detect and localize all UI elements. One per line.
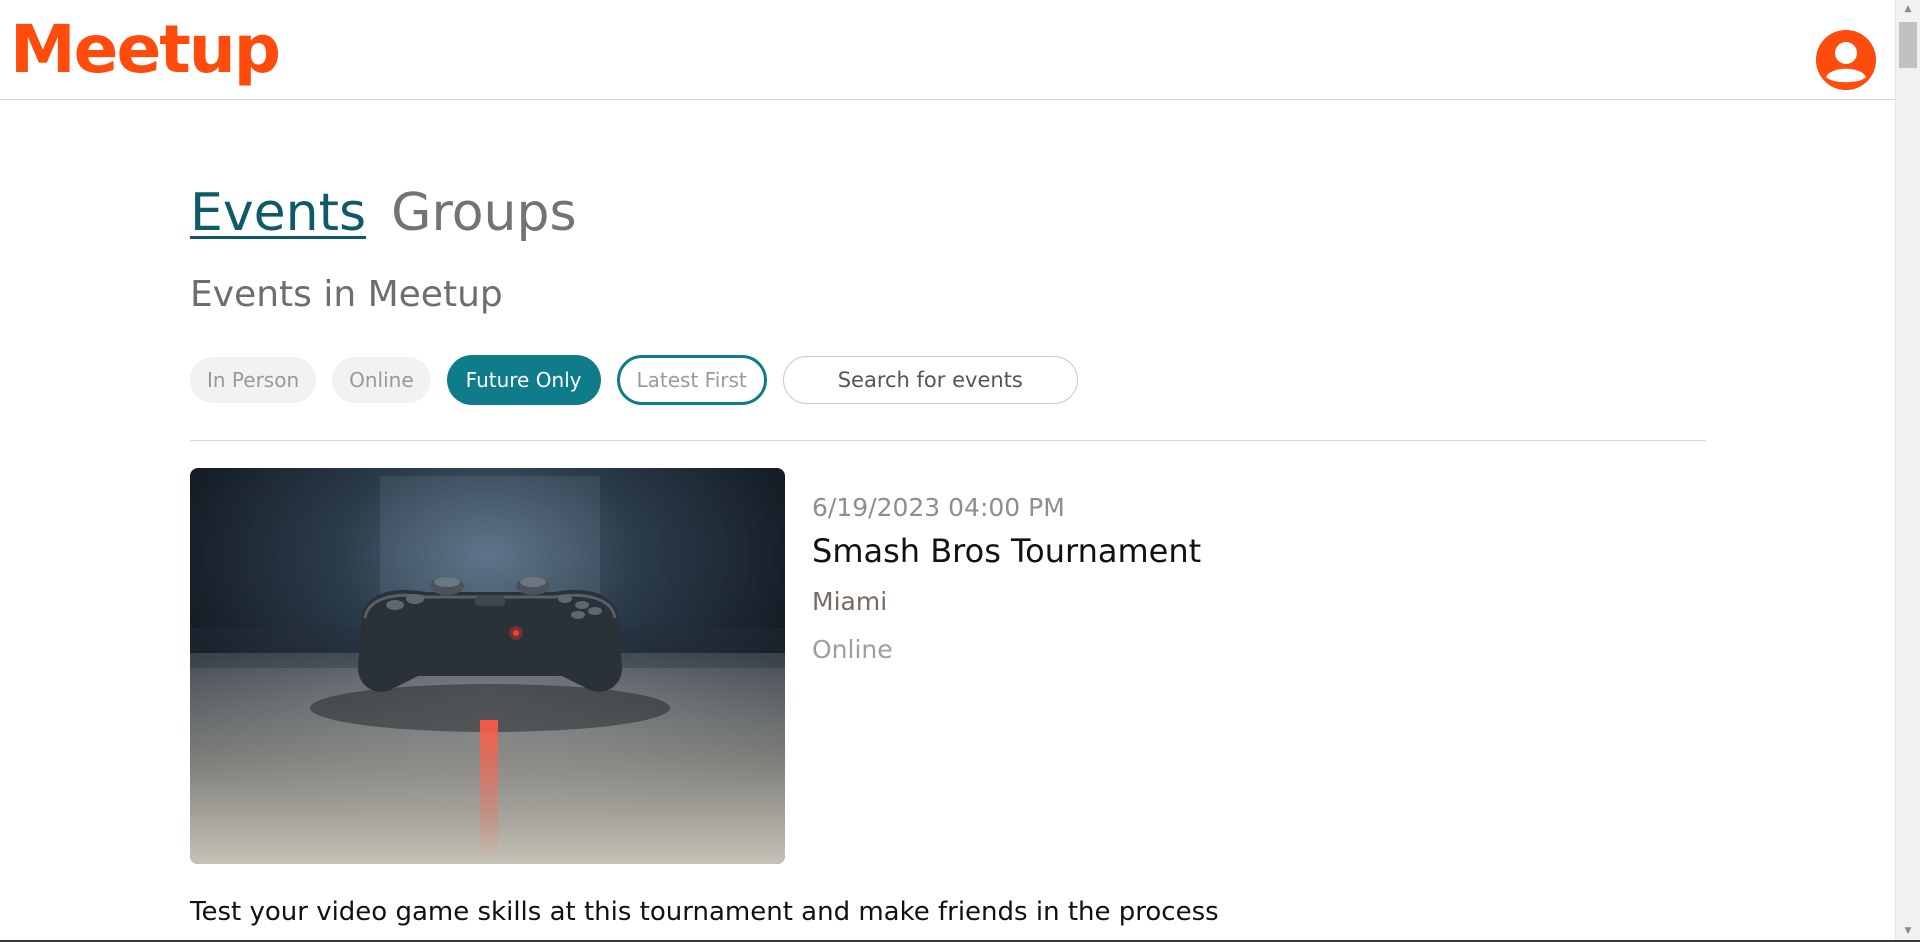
event-image	[190, 468, 785, 864]
divider	[190, 440, 1706, 441]
filter-bar: In Person Online Future Only Latest Firs…	[190, 355, 1078, 405]
tab-groups[interactable]: Groups	[391, 178, 576, 248]
future-only-filter-button[interactable]: Future Only	[446, 355, 601, 405]
game-controller-photo	[190, 468, 785, 864]
profile-button[interactable]	[1816, 30, 1876, 90]
scrollbar-thumb[interactable]	[1899, 22, 1917, 68]
page-subtitle: Events in Meetup	[190, 274, 503, 315]
user-circle-icon	[1816, 30, 1876, 90]
event-location: Miami	[812, 587, 888, 616]
in-person-filter-button[interactable]: In Person	[190, 357, 317, 403]
event-info: 6/19/2023 04:00 PM Smash Bros Tournament…	[812, 490, 1201, 668]
event-card[interactable]: 6/19/2023 04:00 PM Smash Bros Tournament…	[190, 468, 1706, 940]
event-search-input[interactable]	[782, 356, 1078, 404]
latest-first-sort-button[interactable]: Latest First	[616, 355, 767, 405]
event-type: Online	[812, 635, 893, 664]
event-date: 6/19/2023 04:00 PM	[812, 493, 1065, 522]
meetup-logo[interactable]: Meetup	[10, 2, 281, 98]
event-description: Test your video game skills at this tour…	[190, 897, 1219, 927]
browser-viewport: Meetup Events Groups Events in Meetup In…	[0, 0, 1920, 940]
tab-events[interactable]: Events	[190, 178, 366, 248]
scroll-down-arrow-icon[interactable]: ▼	[1896, 922, 1920, 940]
page-scrollbar[interactable]: ▲ ▼	[1895, 0, 1920, 940]
online-filter-button[interactable]: Online	[332, 357, 431, 403]
scroll-up-arrow-icon[interactable]: ▲	[1896, 0, 1920, 18]
site-header: Meetup	[0, 0, 1896, 100]
event-title[interactable]: Smash Bros Tournament	[812, 528, 1201, 574]
section-tabs: Events Groups	[190, 178, 597, 248]
